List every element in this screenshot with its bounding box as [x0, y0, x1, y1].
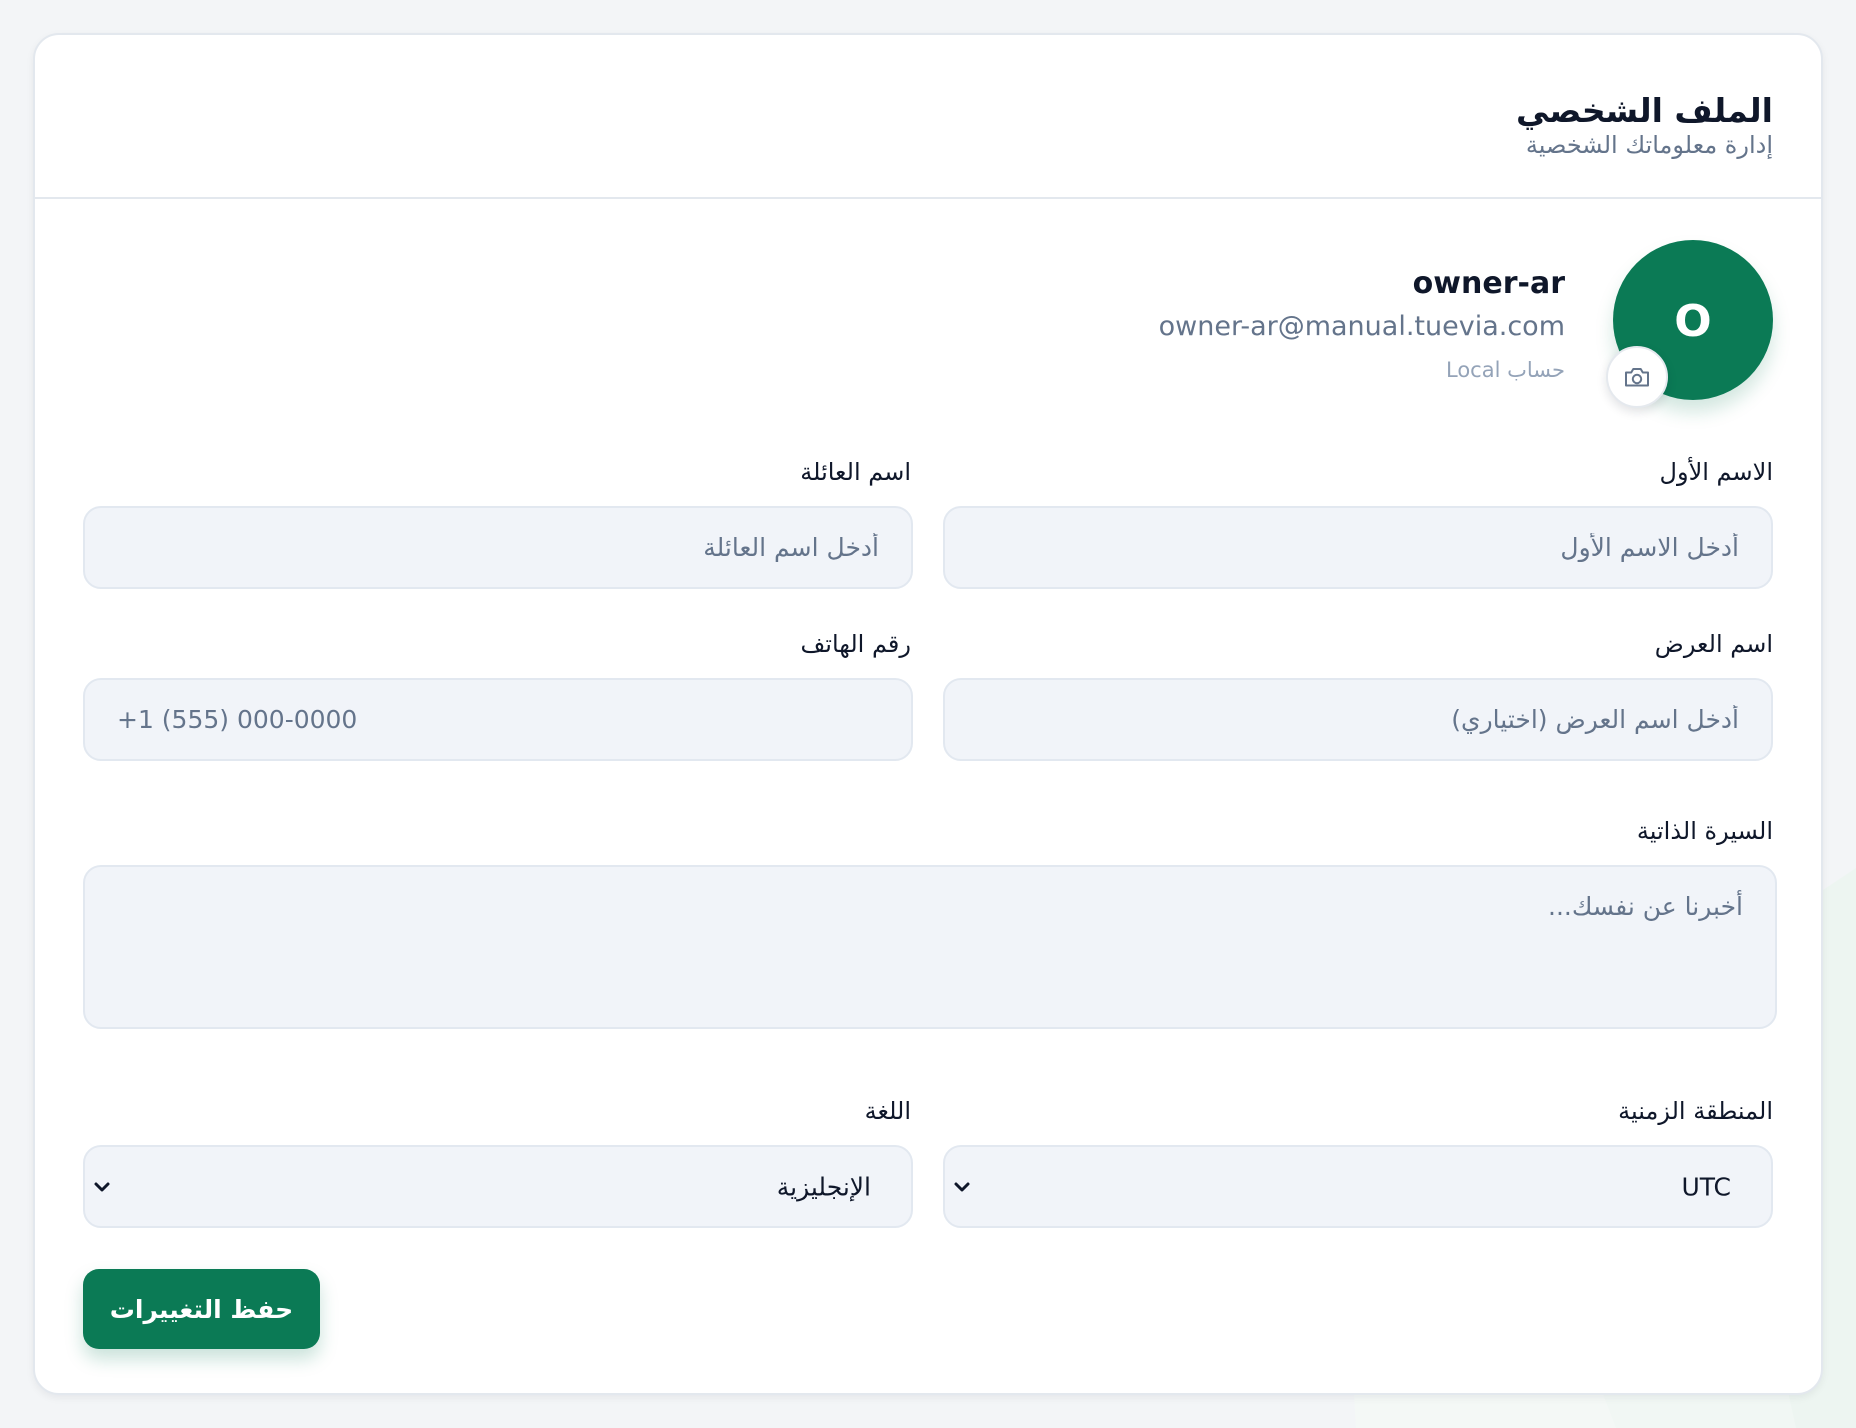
avatar-initial: O: [1674, 295, 1712, 347]
language-label: اللغة: [864, 1097, 911, 1125]
account-type: حساب Local: [1446, 358, 1565, 382]
timezone-label: المنطقة الزمنية: [1618, 1097, 1773, 1125]
save-changes-button[interactable]: حفظ التغييرات: [83, 1269, 320, 1349]
chevron-down-icon: [954, 1182, 970, 1191]
profile-name: owner-ar: [1412, 266, 1565, 301]
last-name-label: اسم العائلة: [800, 458, 911, 486]
display-name-label: اسم العرض: [1654, 630, 1773, 658]
profile-info: owner-ar owner-ar@manual.tuevia.com حساب…: [1159, 264, 1565, 386]
display-name-input[interactable]: [943, 678, 1773, 761]
timezone-selected-value: UTC: [1681, 1172, 1731, 1201]
first-name-label: الاسم الأول: [1659, 458, 1773, 486]
chevron-down-icon: [94, 1182, 110, 1191]
last-name-input[interactable]: [83, 506, 913, 589]
page-subtitle: إدارة معلوماتك الشخصية: [1525, 131, 1773, 159]
card-header: الملف الشخصي إدارة معلوماتك الشخصية: [35, 35, 1821, 199]
profile-card: الملف الشخصي إدارة معلوماتك الشخصية O ow…: [33, 33, 1823, 1395]
profile-email: owner-ar@manual.tuevia.com: [1158, 311, 1565, 342]
phone-label: رقم الهاتف: [800, 630, 911, 658]
language-selected-value: الإنجليزية: [776, 1172, 871, 1201]
first-name-input[interactable]: [943, 506, 1773, 589]
language-select[interactable]: الإنجليزية: [83, 1145, 913, 1228]
phone-input[interactable]: [83, 678, 913, 761]
change-avatar-button[interactable]: [1606, 346, 1668, 408]
camera-icon: [1625, 368, 1649, 387]
bio-label: السيرة الذاتية: [1636, 817, 1773, 845]
page-title: الملف الشخصي: [1515, 91, 1773, 131]
bio-textarea[interactable]: [83, 865, 1777, 1029]
timezone-select[interactable]: UTC: [943, 1145, 1773, 1228]
